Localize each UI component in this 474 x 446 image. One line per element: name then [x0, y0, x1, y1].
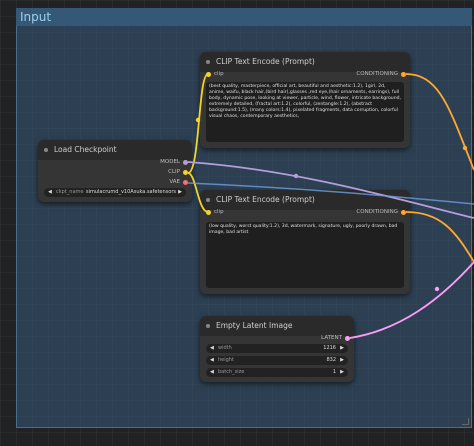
link-latent-out[interactable]: [349, 261, 474, 339]
node-links: [187, 73, 474, 339]
link-clip-to-negative[interactable]: [187, 172, 209, 213]
resize-handle[interactable]: [462, 418, 469, 425]
link-midpoint-marker[interactable]: [434, 286, 440, 292]
link-model-out[interactable]: [187, 161, 474, 219]
link-positive-conditioning-out[interactable]: [405, 73, 474, 171]
link-midpoint-marker[interactable]: [462, 145, 468, 151]
link-vae-out[interactable]: [187, 182, 474, 205]
link-clip-to-positive[interactable]: [187, 73, 209, 174]
link-midpoint-marker[interactable]: [195, 117, 201, 123]
link-midpoint-marker[interactable]: [293, 173, 299, 179]
link-negative-conditioning-out[interactable]: [405, 211, 474, 263]
